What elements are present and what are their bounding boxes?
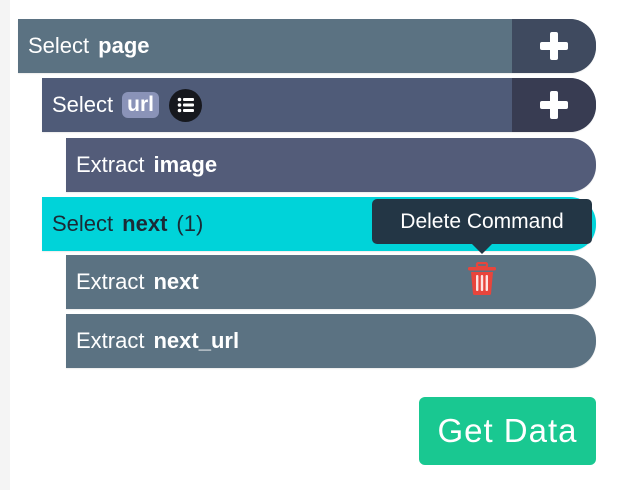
match-count: (1) <box>176 211 204 236</box>
command-verb: Extract <box>76 269 145 294</box>
delete-command-button[interactable] <box>466 261 498 296</box>
command-verb: Extract <box>76 328 145 353</box>
command-select-url[interactable]: Select url <box>42 78 596 132</box>
command-verb: Extract <box>76 152 145 177</box>
command-extract-image[interactable]: Extract image <box>66 138 596 192</box>
left-panel-edge <box>0 0 10 490</box>
command-extract-next[interactable]: Extract next <box>66 255 596 309</box>
list-icon[interactable] <box>169 88 202 122</box>
plus-icon <box>540 91 568 119</box>
command-extract-next-url[interactable]: Extract next_url <box>66 314 596 368</box>
command-target: page <box>98 33 150 58</box>
command-target-badge: url <box>122 92 159 118</box>
command-target: next <box>122 211 168 236</box>
command-verb: Select <box>52 211 114 236</box>
tooltip-arrow <box>472 244 492 254</box>
trash-icon <box>468 261 496 295</box>
get-data-button[interactable]: Get Data <box>419 397 596 465</box>
add-command-button[interactable] <box>512 19 596 73</box>
add-command-button[interactable] <box>512 78 596 132</box>
command-target: next_url <box>153 328 240 353</box>
command-target: next <box>153 269 199 294</box>
delete-command-tooltip: Delete Command <box>372 199 592 244</box>
command-select-page[interactable]: Select page <box>18 19 596 73</box>
command-target: image <box>153 152 218 177</box>
command-verb: Select <box>28 33 90 58</box>
plus-icon <box>540 32 568 60</box>
command-verb: Select <box>52 92 114 117</box>
